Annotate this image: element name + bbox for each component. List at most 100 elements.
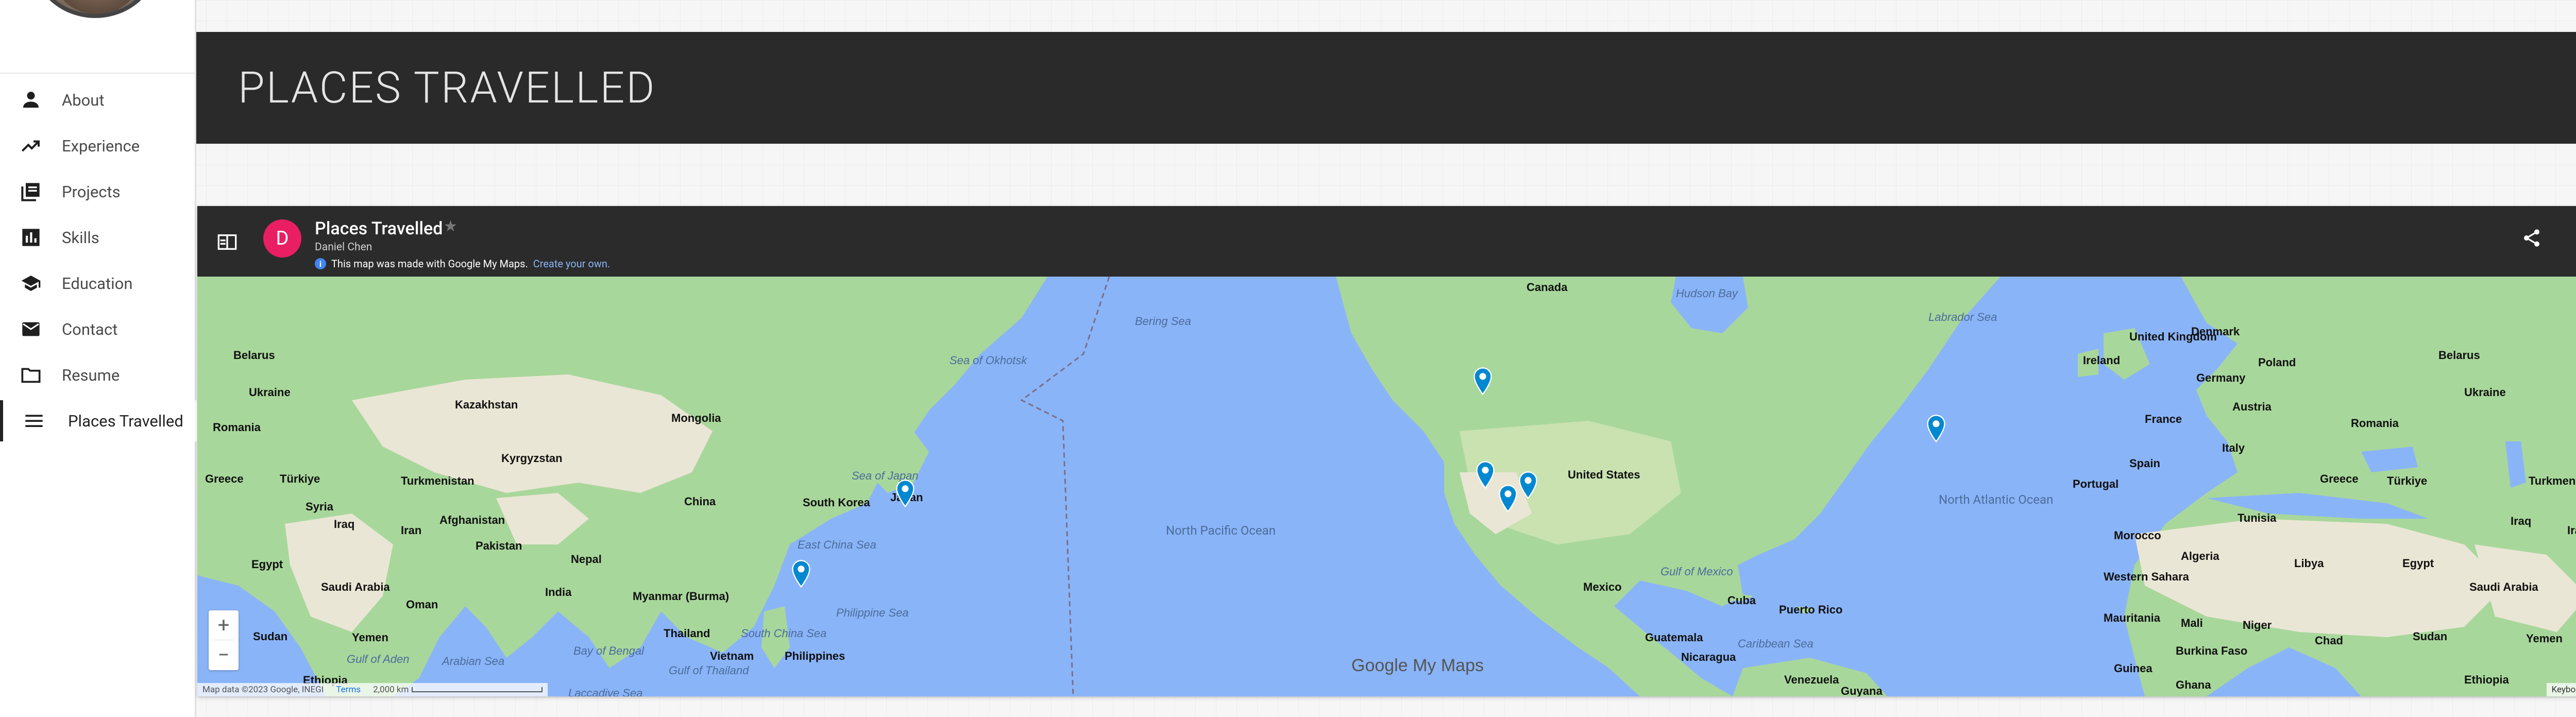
map-data-attribution: Map data ©2023 Google, INEGI bbox=[202, 685, 324, 695]
map-title: Places Travelled bbox=[315, 218, 443, 239]
keyboard-shortcuts-button[interactable]: Keyboard shortcuts bbox=[2546, 683, 2576, 696]
label-china: China bbox=[684, 495, 716, 508]
scale-bar[interactable]: 2,000 km bbox=[373, 685, 543, 695]
share-button[interactable] bbox=[2521, 228, 2545, 251]
page-banner: PLACES TRAVELLED bbox=[196, 32, 2576, 144]
label-laccadive-sea: Laccadive Sea bbox=[568, 687, 643, 696]
map-marker-bay-area[interactable] bbox=[1475, 460, 1496, 489]
map-marker-southern-california[interactable] bbox=[1498, 484, 1518, 513]
avatar bbox=[31, 0, 160, 18]
sidebar-item-label: Skills bbox=[62, 228, 99, 247]
folder-icon bbox=[18, 362, 44, 388]
label-portugal: Portugal bbox=[2073, 477, 2119, 490]
label-france: France bbox=[2145, 413, 2182, 425]
label-venezuela: Venezuela bbox=[1784, 673, 1839, 686]
label-burkina-faso: Burkina Faso bbox=[2176, 644, 2248, 657]
zoom-in-button[interactable]: + bbox=[209, 610, 239, 640]
label-guinea: Guinea bbox=[2114, 662, 2153, 675]
label-east-china-sea: East China Sea bbox=[798, 538, 876, 551]
label-ireland: Ireland bbox=[2083, 354, 2121, 367]
label-yemen-east: Yemen bbox=[2526, 632, 2563, 645]
label-sudan: Sudan bbox=[253, 630, 288, 643]
sidebar-item-label: Places Travelled bbox=[68, 411, 183, 431]
label-thailand: Thailand bbox=[664, 627, 710, 640]
label-guatemala: Guatemala bbox=[1645, 631, 1703, 644]
terms-link[interactable]: Terms bbox=[336, 685, 361, 695]
label-pakistan: Pakistan bbox=[476, 539, 522, 552]
map-attribution-bar: Map data ©2023 Google, INEGI Terms 2,000… bbox=[197, 683, 548, 696]
made-with-notice: i This map was made with Google My Maps.… bbox=[315, 258, 610, 270]
map-marker-japan[interactable] bbox=[895, 479, 916, 507]
label-iraq-east: Iraq bbox=[2511, 515, 2532, 527]
label-canada: Canada bbox=[1527, 281, 1568, 294]
map-marker-pacific-northwest[interactable] bbox=[1472, 366, 1493, 395]
map-marker-las-vegas[interactable] bbox=[1518, 470, 1538, 499]
label-south-korea: South Korea bbox=[803, 496, 870, 509]
sidebar-item-about[interactable]: About bbox=[0, 79, 195, 121]
label-turkmenistan: Turkmenistan bbox=[401, 474, 474, 487]
zoom-out-button[interactable]: − bbox=[209, 640, 239, 670]
scale-label: 2,000 km bbox=[373, 685, 409, 695]
location-pin-icon bbox=[1476, 461, 1495, 489]
label-italy: Italy bbox=[2222, 441, 2245, 454]
sidebar-item-resume[interactable]: Resume bbox=[0, 354, 195, 396]
sidebar-item-label: Education bbox=[62, 274, 133, 293]
label-nicaragua: Nicaragua bbox=[1681, 651, 1736, 663]
label-iraq: Iraq bbox=[334, 518, 355, 531]
star-icon[interactable]: ★ bbox=[444, 217, 457, 235]
made-with-text: This map was made with Google My Maps. bbox=[331, 258, 528, 270]
label-vietnam: Vietnam bbox=[710, 650, 754, 662]
label-arabian-sea: Arabian Sea bbox=[442, 655, 505, 668]
label-belarus: Belarus bbox=[233, 349, 275, 362]
label-egypt-east: Egypt bbox=[2402, 557, 2434, 570]
sidebar-item-education[interactable]: Education bbox=[0, 263, 195, 304]
sidebar: About Experience Projects Skills Educati… bbox=[0, 0, 198, 717]
label-india: India bbox=[545, 586, 572, 599]
map-marker-northeast[interactable] bbox=[1926, 414, 1946, 442]
label-turkiye-east: Türkiye bbox=[2387, 474, 2428, 487]
label-philippine-sea: Philippine Sea bbox=[836, 606, 909, 619]
label-labrador-sea: Labrador Sea bbox=[1928, 311, 1997, 323]
label-gulf-of-aden: Gulf of Aden bbox=[347, 653, 410, 665]
zoom-control: + − bbox=[209, 610, 239, 670]
sidebar-item-experience[interactable]: Experience bbox=[0, 125, 195, 166]
create-your-own-link[interactable]: Create your own. bbox=[533, 258, 610, 270]
sidebar-item-skills[interactable]: Skills bbox=[0, 217, 195, 258]
sidebar-item-places-travelled[interactable]: Places Travelled bbox=[0, 400, 198, 441]
map-marker-taiwan[interactable] bbox=[791, 559, 811, 588]
label-cuba: Cuba bbox=[1727, 594, 1756, 607]
label-belarus-east: Belarus bbox=[2438, 349, 2480, 362]
label-hudson-bay: Hudson Bay bbox=[1676, 287, 1738, 300]
label-myanmar: Myanmar (Burma) bbox=[633, 590, 730, 603]
label-germany: Germany bbox=[2196, 371, 2246, 384]
sidebar-item-contact[interactable]: Contact bbox=[0, 309, 195, 350]
map-author: Daniel Chen bbox=[315, 241, 372, 253]
sidebar-item-label: Experience bbox=[62, 136, 140, 156]
bar-chart-icon bbox=[18, 224, 44, 251]
label-yemen: Yemen bbox=[352, 631, 388, 644]
label-mali: Mali bbox=[2181, 617, 2203, 629]
sidebar-item-projects[interactable]: Projects bbox=[0, 171, 195, 212]
label-chad: Chad bbox=[2315, 634, 2343, 647]
label-morocco: Morocco bbox=[2114, 529, 2161, 542]
menu-icon bbox=[21, 407, 47, 434]
label-sudan-east: Sudan bbox=[2413, 630, 2448, 643]
label-sea-of-okhotsk: Sea of Okhotsk bbox=[950, 354, 1027, 367]
label-egypt: Egypt bbox=[251, 558, 283, 571]
google-my-maps-logo: Google My Maps bbox=[1351, 656, 1484, 675]
location-pin-icon bbox=[1519, 471, 1537, 499]
label-western-sahara: Western Sahara bbox=[2104, 570, 2189, 583]
map-canvas[interactable]: Belarus Ukraine Romania Greece Türkiye K… bbox=[197, 277, 2576, 696]
label-spain: Spain bbox=[2129, 457, 2160, 470]
label-ethiopia-east: Ethiopia bbox=[2464, 673, 2509, 686]
sidebar-divider bbox=[0, 73, 196, 74]
page-title: PLACES TRAVELLED bbox=[238, 62, 656, 113]
library-books-icon bbox=[18, 178, 44, 205]
label-turkmenistan-east: Turkmenistan bbox=[2529, 474, 2576, 487]
label-romania: Romania bbox=[213, 421, 261, 434]
label-ghana: Ghana bbox=[2176, 678, 2211, 691]
map-embed: D Places Travelled ★ Daniel Chen i This … bbox=[197, 206, 2576, 696]
label-poland: Poland bbox=[2258, 356, 2296, 369]
label-algeria: Algeria bbox=[2181, 550, 2219, 562]
legend-toggle-button[interactable] bbox=[216, 232, 241, 252]
